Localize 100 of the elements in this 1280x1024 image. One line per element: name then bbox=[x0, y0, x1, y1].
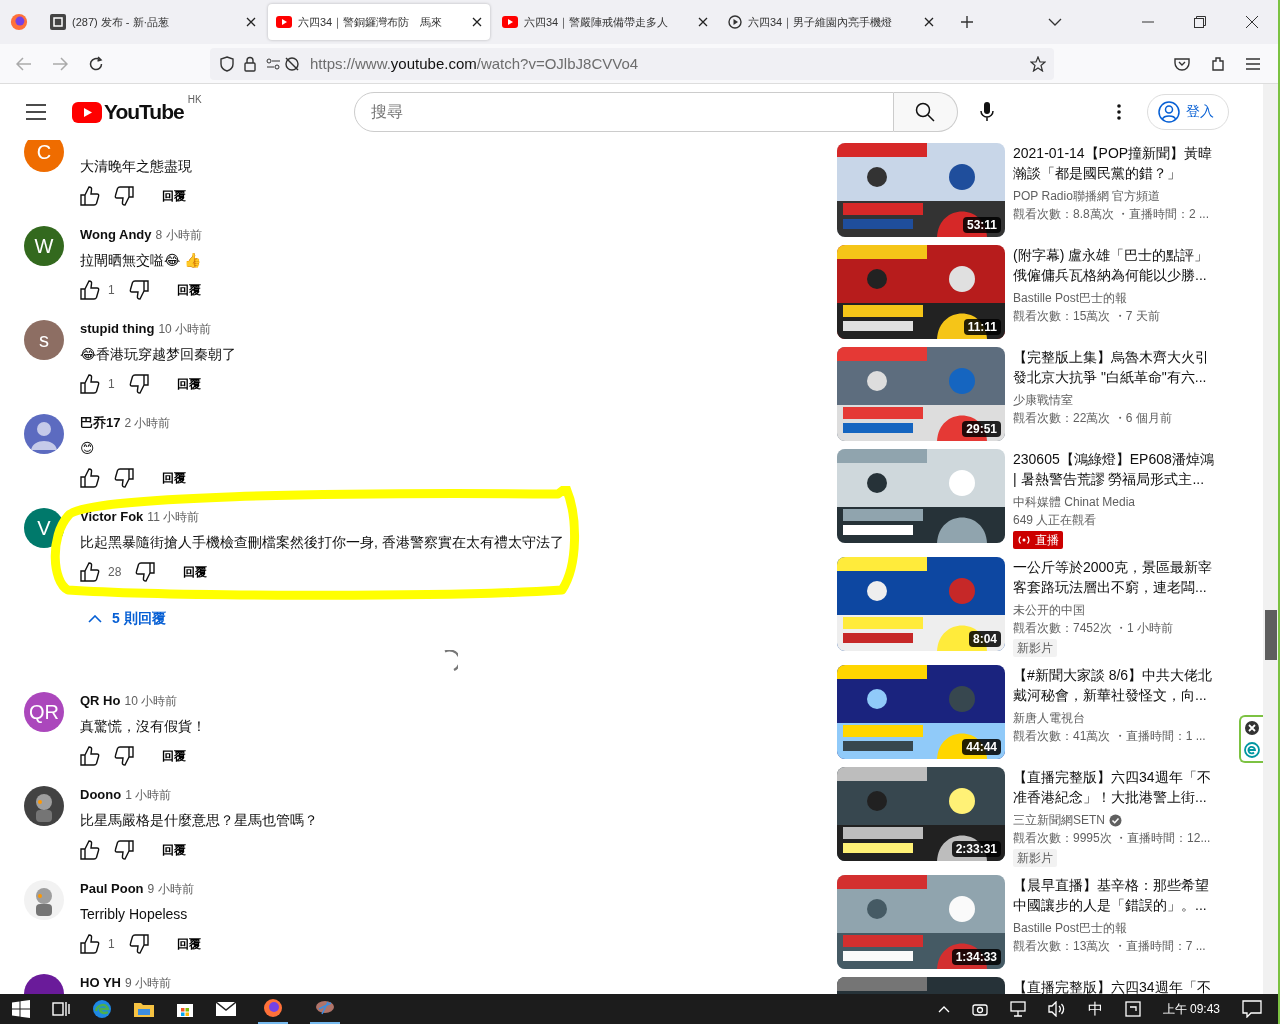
browser-tab[interactable]: (287) 发布 - 新·品葱 bbox=[42, 4, 264, 40]
video-title[interactable]: 230605【鴻綠燈】EP608潘焯鴻 | 暑熱警告荒謬 勞福局形式主... bbox=[1013, 449, 1221, 489]
reply-button[interactable]: 回覆 bbox=[171, 557, 220, 587]
comment-author[interactable]: HO YH bbox=[80, 974, 121, 992]
thumbs-up-icon[interactable] bbox=[80, 746, 100, 766]
thumbs-down-icon[interactable] bbox=[128, 934, 149, 954]
windows-start-icon[interactable] bbox=[12, 1000, 30, 1018]
folder-icon[interactable] bbox=[134, 1000, 154, 1018]
thumbs-up-icon[interactable] bbox=[80, 840, 100, 860]
browser-tab[interactable]: 六四34｜男子維園內亮手機燈 bbox=[720, 4, 942, 40]
comment-time[interactable]: 2 小時前 bbox=[124, 414, 171, 432]
scrollbar[interactable] bbox=[1263, 84, 1278, 994]
pocket-icon[interactable] bbox=[1174, 56, 1190, 71]
comment-time[interactable]: 10 小時前 bbox=[158, 320, 212, 338]
comment-time[interactable]: 10 小時前 bbox=[124, 692, 178, 710]
star-icon[interactable] bbox=[1030, 55, 1046, 72]
scrollbar-thumb[interactable] bbox=[1265, 610, 1277, 660]
reply-button[interactable]: 回覆 bbox=[164, 275, 213, 305]
thumbs-down-icon[interactable] bbox=[128, 280, 149, 300]
mail-icon[interactable] bbox=[216, 1002, 236, 1016]
new-tab-icon[interactable] bbox=[960, 15, 974, 29]
video-title[interactable]: (附字幕) 盧永雄「巴士的點評」俄僱傭兵瓦格納為何能以少勝... bbox=[1013, 245, 1221, 285]
reply-button[interactable]: 回覆 bbox=[150, 835, 198, 865]
channel-name[interactable]: 新唐人電視台 bbox=[1013, 709, 1085, 727]
reply-button[interactable]: 回覆 bbox=[150, 181, 198, 211]
reload-icon[interactable] bbox=[88, 55, 104, 72]
thumbs-up-icon[interactable] bbox=[80, 934, 100, 954]
address-field[interactable]: https://www.youtube.com/watch?v=OJlbJ8CVVo4 bbox=[210, 47, 1054, 80]
video-title[interactable]: 【直播完整版】六四34週年「不准香港紀念」！大批港警上街... bbox=[1013, 767, 1221, 807]
browser-icon[interactable] bbox=[92, 999, 112, 1019]
clock[interactable]: 上午 09:43 bbox=[1162, 1000, 1220, 1018]
reply-button[interactable]: 回覆 bbox=[164, 369, 213, 399]
comment-author[interactable]: 巴乔17 bbox=[80, 414, 121, 432]
video-title[interactable]: 【完整版上集】烏魯木齊大火引發北京大抗爭 "白紙革命"有六... bbox=[1013, 347, 1221, 387]
comment-author[interactable]: Wong Andy bbox=[80, 226, 152, 244]
search-field[interactable]: 搜尋 bbox=[353, 92, 894, 132]
video-title[interactable]: 【#新聞大家談 8/6】中共大佬北戴河秘會，新華社發怪文，向... bbox=[1013, 665, 1221, 705]
more-icon[interactable] bbox=[1117, 104, 1121, 120]
channel-name[interactable]: Bastille Post巴士的報 bbox=[1013, 289, 1128, 307]
avatar[interactable]: s bbox=[24, 320, 64, 360]
lock-icon[interactable] bbox=[244, 55, 256, 72]
restore-icon[interactable] bbox=[1194, 16, 1206, 28]
input-method-label[interactable]: 中 bbox=[1087, 999, 1103, 1019]
channel-name[interactable]: Bastille Post巴士的報 bbox=[1013, 919, 1128, 937]
channel-name[interactable]: 中科媒體 Chinat Media bbox=[1013, 493, 1136, 511]
comment-author[interactable]: QR Ho bbox=[80, 692, 121, 710]
video-title[interactable]: 一公斤等於2000克，景區最新宰客套路玩法層出不窮，連老闆... bbox=[1013, 557, 1221, 597]
comment-time[interactable]: 9 小時前 bbox=[124, 974, 171, 992]
browser-tab[interactable]: 六四34｜警銅鑼灣布防 馬來 bbox=[268, 4, 490, 40]
volume-icon[interactable] bbox=[1047, 1001, 1066, 1017]
notification-icon[interactable] bbox=[1242, 1000, 1262, 1018]
comment-time[interactable]: 11 小時前 bbox=[147, 508, 200, 526]
avatar[interactable]: W bbox=[24, 226, 64, 266]
search-button[interactable] bbox=[893, 92, 958, 132]
close-icon[interactable] bbox=[1246, 16, 1258, 28]
close-icon[interactable] bbox=[698, 17, 708, 27]
video-title[interactable]: 【晨早直播】基辛格：那些希望中國讓步的人是「錯誤的」。... bbox=[1013, 875, 1221, 915]
comment-author[interactable]: Victor Fok bbox=[80, 508, 144, 526]
permissions-icon[interactable] bbox=[266, 55, 300, 72]
thumbs-down-icon[interactable] bbox=[114, 468, 134, 488]
thumbs-up-icon[interactable] bbox=[80, 186, 100, 206]
video-title[interactable]: 【直播完整版】六四34週年「不 bbox=[1013, 977, 1211, 994]
chevron-down-icon[interactable] bbox=[1048, 18, 1062, 26]
video-title[interactable]: 2021-01-14【POP撞新聞】黃暐瀚談「都是國民黨的錯？」 bbox=[1013, 143, 1221, 183]
network-icon[interactable] bbox=[1009, 1001, 1026, 1017]
extensions-icon[interactable] bbox=[1210, 55, 1226, 72]
comment-time[interactable]: 1 小時前 bbox=[125, 786, 172, 804]
thumbs-up-icon[interactable] bbox=[80, 468, 100, 488]
thumbs-up-icon[interactable] bbox=[80, 280, 100, 300]
browser-tab[interactable]: 六四34｜警嚴陣戒備帶走多人 bbox=[494, 4, 716, 40]
menu-icon[interactable] bbox=[26, 104, 46, 120]
app-icon[interactable] bbox=[314, 999, 336, 1017]
close-icon[interactable] bbox=[472, 17, 482, 27]
keyboard-icon[interactable] bbox=[1124, 1001, 1141, 1017]
extension-icon[interactable] bbox=[1244, 741, 1260, 758]
channel-name[interactable]: 三立新聞網SETN bbox=[1013, 811, 1122, 829]
replies-toggle[interactable]: 5 則回覆 bbox=[80, 606, 174, 632]
comment-time[interactable]: 9 小時前 bbox=[147, 880, 194, 898]
channel-name[interactable]: 未公开的中国 bbox=[1013, 601, 1085, 619]
firefox-icon[interactable] bbox=[10, 13, 28, 31]
sign-in-button[interactable]: 登入 bbox=[1147, 94, 1229, 130]
thumbs-down-icon[interactable] bbox=[114, 186, 134, 206]
firefox-icon[interactable] bbox=[263, 998, 283, 1018]
menu-icon[interactable] bbox=[1246, 57, 1260, 70]
thumbs-down-icon[interactable] bbox=[114, 840, 134, 860]
avatar[interactable] bbox=[24, 414, 64, 454]
channel-name[interactable]: POP Radio聯播網 官方頻道 bbox=[1013, 187, 1161, 205]
thumbs-down-icon[interactable] bbox=[135, 562, 156, 582]
chevron-up-icon[interactable] bbox=[937, 1005, 950, 1013]
extension-widget[interactable] bbox=[1239, 715, 1263, 763]
thumbs-up-icon[interactable] bbox=[80, 562, 100, 582]
thumbs-down-icon[interactable] bbox=[128, 374, 149, 394]
comment-time[interactable]: 8 小時前 bbox=[155, 226, 202, 244]
shield-icon[interactable] bbox=[220, 55, 234, 72]
comment-author[interactable]: Paul Poon bbox=[80, 880, 144, 898]
thumbs-down-icon[interactable] bbox=[114, 746, 134, 766]
comment-author[interactable]: Doono bbox=[80, 786, 122, 804]
logo-text[interactable]: YouTube bbox=[104, 100, 184, 124]
camera-icon[interactable] bbox=[971, 1001, 988, 1017]
reply-button[interactable]: 回覆 bbox=[150, 741, 198, 771]
